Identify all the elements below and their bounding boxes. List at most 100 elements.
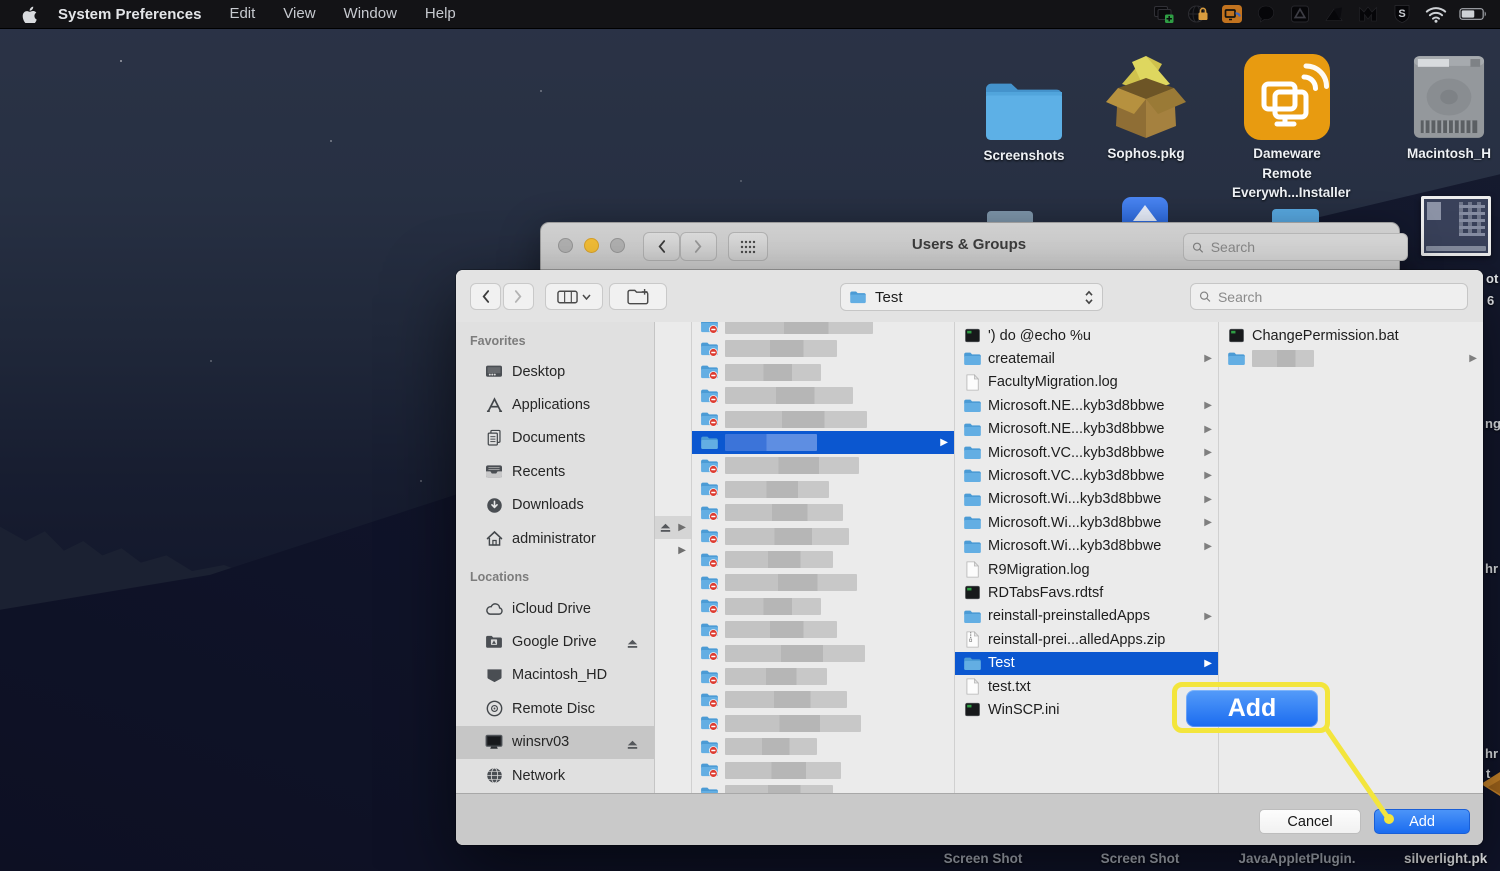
dameware-tray-icon[interactable] — [1221, 4, 1243, 24]
column-edge-row[interactable]: ▶ — [655, 516, 691, 539]
globe-lock-icon[interactable] — [1187, 4, 1209, 24]
desktop-icon-dameware-remote[interactable]: Dameware Remote Everywh...Installer — [1232, 52, 1351, 203]
new-folder-button[interactable] — [609, 283, 667, 310]
file-row-r9migration-log[interactable]: R9Migration.log — [955, 558, 1218, 581]
sidebar-item-applications[interactable]: Applications — [456, 388, 655, 421]
menu-item-help[interactable]: Help — [411, 5, 470, 22]
file-row-test[interactable]: Test ▶ — [955, 651, 1218, 675]
google-drive-icon[interactable] — [1289, 4, 1311, 24]
chat-bubble-icon[interactable] — [1255, 4, 1277, 24]
add-button[interactable]: Add — [1374, 809, 1470, 834]
redacted-folder-row[interactable] — [692, 571, 954, 594]
redacted-folder-row[interactable] — [692, 361, 954, 384]
close-window-button[interactable] — [558, 238, 573, 253]
file-row-rdtabsfavs-rdtsf[interactable]: RDTabsFavs.rdtsf — [955, 581, 1218, 604]
redacted-folder-row[interactable] — [692, 688, 954, 711]
redacted-folder-row[interactable] — [692, 322, 954, 337]
redacted-folder-row[interactable] — [692, 525, 954, 548]
sidebar-item-network[interactable]: Network — [456, 759, 655, 792]
redacted-folder-row[interactable] — [692, 595, 954, 618]
apple-menu-icon[interactable] — [14, 5, 44, 23]
partial-app-icon[interactable] — [1122, 197, 1168, 222]
eject-icon[interactable] — [627, 737, 638, 755]
file-row-microsoft-wi-kyb3d8bbwe[interactable]: Microsoft.Wi...kyb3d8bbwe ▶ — [955, 511, 1218, 534]
file-row-microsoft-vc-kyb3d8bbwe[interactable]: Microsoft.VC...kyb3d8bbwe ▶ — [955, 464, 1218, 487]
redacted-folder-row[interactable] — [692, 454, 954, 477]
malwarebytes-icon[interactable] — [1357, 4, 1379, 24]
redacted-folder-row[interactable] — [692, 759, 954, 782]
redacted-folder-row[interactable] — [692, 665, 954, 688]
battery-icon[interactable] — [1459, 7, 1488, 21]
dialog-search-input[interactable] — [1215, 287, 1459, 306]
screen-sharing-icon[interactable] — [1153, 4, 1175, 24]
minimize-window-button[interactable] — [584, 238, 599, 253]
partial-folder-icon[interactable] — [987, 211, 1033, 222]
forward-button[interactable] — [503, 283, 534, 310]
sidebar-item-macintosh-hd[interactable]: Macintosh_HD — [456, 659, 655, 692]
eject-icon[interactable] — [627, 636, 638, 654]
redacted-folder-row[interactable] — [692, 618, 954, 641]
file-row-reinstall-prei-alledapps-zip[interactable]: reinstall-prei...alledApps.zip — [955, 628, 1218, 651]
file-row-do-echo-u[interactable]: ') do @echo %u — [955, 324, 1218, 347]
menu-app-name[interactable]: System Preferences — [44, 6, 215, 23]
callout-add-button[interactable]: Add — [1186, 690, 1318, 727]
redacted-folder-row[interactable] — [692, 501, 954, 524]
file-row-changepermission-bat[interactable]: ChangePermission.bat — [1219, 324, 1483, 347]
prefs-search-field[interactable] — [1183, 233, 1408, 261]
sidebar-item-downloads[interactable]: Downloads — [456, 489, 655, 522]
file-row-createmail[interactable]: createmail ▶ — [955, 347, 1218, 370]
desktop-icon-label[interactable]: Screen Shot — [1101, 851, 1180, 866]
desktop-icon-label[interactable]: silverlight.pk — [1404, 851, 1487, 866]
file-row-redacted[interactable]: ▶ — [1219, 347, 1483, 370]
zoom-window-button[interactable] — [610, 238, 625, 253]
sidebar-item-google-drive[interactable]: Google Drive — [456, 625, 655, 658]
wifi-icon[interactable] — [1425, 6, 1447, 23]
prefs-search-input[interactable] — [1208, 238, 1399, 256]
prefs-back-button[interactable] — [643, 232, 680, 261]
prefs-forward-button[interactable] — [680, 232, 717, 261]
file-row-microsoft-vc-kyb3d8bbwe[interactable]: Microsoft.VC...kyb3d8bbwe ▶ — [955, 441, 1218, 464]
sidebar-item-icloud-drive[interactable]: iCloud Drive — [456, 592, 655, 625]
redacted-folder-row[interactable] — [692, 384, 954, 407]
desktop-icon-label[interactable]: Screen Shot — [944, 851, 1023, 866]
redacted-folder-row-selected[interactable]: ▶ — [692, 431, 954, 454]
column-edge-row[interactable]: ▶ — [655, 539, 691, 562]
cancel-button[interactable]: Cancel — [1259, 809, 1361, 834]
angular-shape-icon[interactable] — [1323, 4, 1345, 24]
menu-item-view[interactable]: View — [269, 5, 329, 22]
redacted-folder-row[interactable] — [692, 642, 954, 665]
file-row-microsoft-wi-kyb3d8bbwe[interactable]: Microsoft.Wi...kyb3d8bbwe ▶ — [955, 535, 1218, 558]
file-row-microsoft-ne-kyb3d8bbwe[interactable]: Microsoft.NE...kyb3d8bbwe ▶ — [955, 418, 1218, 441]
show-all-grid-button[interactable] — [728, 232, 768, 261]
sidebar-item-remote-disc[interactable]: Remote Disc — [456, 692, 655, 725]
partial-folder-icon[interactable] — [1272, 209, 1319, 222]
sidebar-item-recents[interactable]: Recents — [456, 455, 655, 488]
sidebar-item-documents[interactable]: Documents — [456, 422, 655, 455]
menu-item-edit[interactable]: Edit — [215, 5, 269, 22]
redacted-folder-row[interactable] — [692, 548, 954, 571]
redacted-folder-row[interactable] — [692, 408, 954, 431]
desktop-icon-label[interactable]: JavaAppletPlugin. — [1238, 851, 1355, 866]
file-row-reinstall-preinstalledapps[interactable]: reinstall-preinstalledApps ▶ — [955, 605, 1218, 628]
desktop-icon-sophos-pkg[interactable]: Sophos.pkg — [1091, 52, 1201, 164]
sidebar-item-administrator[interactable]: administrator — [456, 522, 655, 555]
desktop-icon-macintosh-h[interactable]: Macintosh_H — [1394, 52, 1500, 164]
menu-item-window[interactable]: Window — [330, 5, 411, 22]
view-mode-button[interactable] — [545, 283, 603, 310]
redacted-folder-row[interactable] — [692, 712, 954, 735]
file-row-microsoft-ne-kyb3d8bbwe[interactable]: Microsoft.NE...kyb3d8bbwe ▶ — [955, 394, 1218, 417]
file-row-microsoft-wi-kyb3d8bbwe[interactable]: Microsoft.Wi...kyb3d8bbwe ▶ — [955, 488, 1218, 511]
desktop-icon-screenshots[interactable]: Screenshots — [969, 54, 1079, 166]
back-button[interactable] — [470, 283, 501, 310]
sidebar-item-winsrv03[interactable]: winsrv03 — [456, 725, 655, 759]
screenshot-thumbnail-icon[interactable] — [1421, 196, 1491, 256]
redacted-folder-row[interactable] — [692, 478, 954, 501]
sophos-shield-icon[interactable]: S — [1391, 4, 1413, 24]
redacted-folder-row[interactable] — [692, 782, 954, 793]
folder-popup[interactable]: Test — [840, 283, 1103, 311]
sidebar-item-desktop[interactable]: Desktop — [456, 355, 655, 388]
redacted-folder-row[interactable] — [692, 735, 954, 758]
redacted-folder-row[interactable] — [692, 337, 954, 360]
file-row-facultymigration-log[interactable]: FacultyMigration.log — [955, 371, 1218, 394]
dialog-search-field[interactable] — [1190, 283, 1468, 310]
